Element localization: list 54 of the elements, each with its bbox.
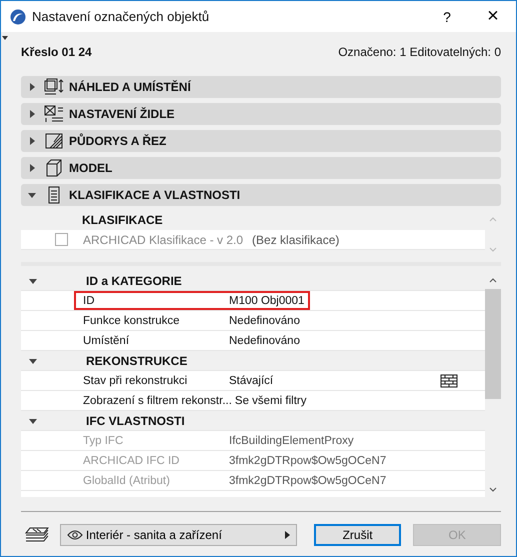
property-value[interactable]: Nedefinováno <box>229 334 300 346</box>
expand-arrow-icon <box>28 137 36 145</box>
property-name: ARCHICAD IFC ID <box>82 454 180 466</box>
property-name: Typ IFC <box>82 434 124 446</box>
group-heading: REKONSTRUKCE <box>86 354 188 368</box>
help-button[interactable]: ? <box>424 1 470 32</box>
expand-arrow-icon <box>28 83 36 91</box>
property-name: GlobalId (Atribut) <box>82 474 171 486</box>
app-logo-icon <box>10 8 26 24</box>
expand-arrow-icon <box>28 164 36 172</box>
property-value: 3fmk2gDTRpow$Ow5gOCeN7 <box>229 454 386 466</box>
collapse-arrow-icon[interactable] <box>29 356 37 364</box>
collapse-arrow-icon[interactable] <box>29 276 37 284</box>
group-heading: IFC VLASTNOSTI <box>86 414 185 428</box>
property-value[interactable]: Se všemi filtry <box>234 394 306 406</box>
preview-icon <box>44 78 64 96</box>
panel-header[interactable]: NÁHLED A UMÍSTĚNÍ <box>21 76 501 98</box>
scroll-up-icon[interactable] <box>489 277 497 283</box>
collapse-arrow-icon <box>28 191 36 199</box>
panel-header[interactable]: MODEL <box>21 157 501 179</box>
classification-system: ARCHICAD Klasifikace - v 2.0 <box>83 232 244 246</box>
property-value: 3fmk2gDTRpow$Ow5gOCeN7 <box>229 474 386 486</box>
hatched-square-icon <box>44 132 64 150</box>
property-name: Funkce konstrukce <box>82 314 181 326</box>
close-button[interactable]: × <box>470 1 516 32</box>
panel-header[interactable]: PŮDORYS A ŘEZ <box>21 130 501 152</box>
eye-icon <box>66 530 83 540</box>
scrollbar-thumb[interactable] <box>485 289 501 399</box>
property-value[interactable]: Nedefinováno <box>229 314 300 326</box>
scroll-down-icon[interactable] <box>489 487 497 493</box>
property-value: IfcBuildingElementProxy <box>229 434 354 446</box>
expand-arrow-icon <box>28 110 36 118</box>
property-value[interactable]: Stávající <box>229 374 274 386</box>
layers-icon <box>24 526 50 544</box>
collapse-arrow-icon[interactable] <box>2 36 8 40</box>
section-heading: KLASIFIKACE <box>82 213 163 227</box>
object-name: Křeslo 01 24 <box>21 45 92 59</box>
property-name: Stav při rekonstrukci <box>82 374 188 386</box>
group-heading: ID a KATEGORIE <box>86 274 182 288</box>
submenu-arrow-icon <box>284 531 290 539</box>
property-name: Zobrazení s filtrem rekonstr... <box>82 394 233 406</box>
cube-icon <box>44 159 64 177</box>
panel-header[interactable]: KLASIFIKACE A VLASTNOSTI <box>21 184 501 206</box>
layer-dropdown[interactable]: Interiér - sanita a zařízení <box>60 524 297 546</box>
collapse-arrow-icon[interactable] <box>29 416 37 424</box>
property-name: ID <box>82 294 96 306</box>
panel-header[interactable]: NASTAVENÍ ŽIDLE <box>21 103 501 125</box>
brick-wall-icon <box>440 374 458 388</box>
cancel-button[interactable]: Zrušit <box>314 524 402 546</box>
parameters-icon <box>44 105 64 123</box>
property-value[interactable]: M100 Obj0001 <box>229 294 304 306</box>
property-name: Umístění <box>82 334 130 346</box>
selection-info: Označeno: 1 Editovatelných: 0 <box>338 45 501 59</box>
window-title: Nastavení označených objektů <box>32 9 210 24</box>
